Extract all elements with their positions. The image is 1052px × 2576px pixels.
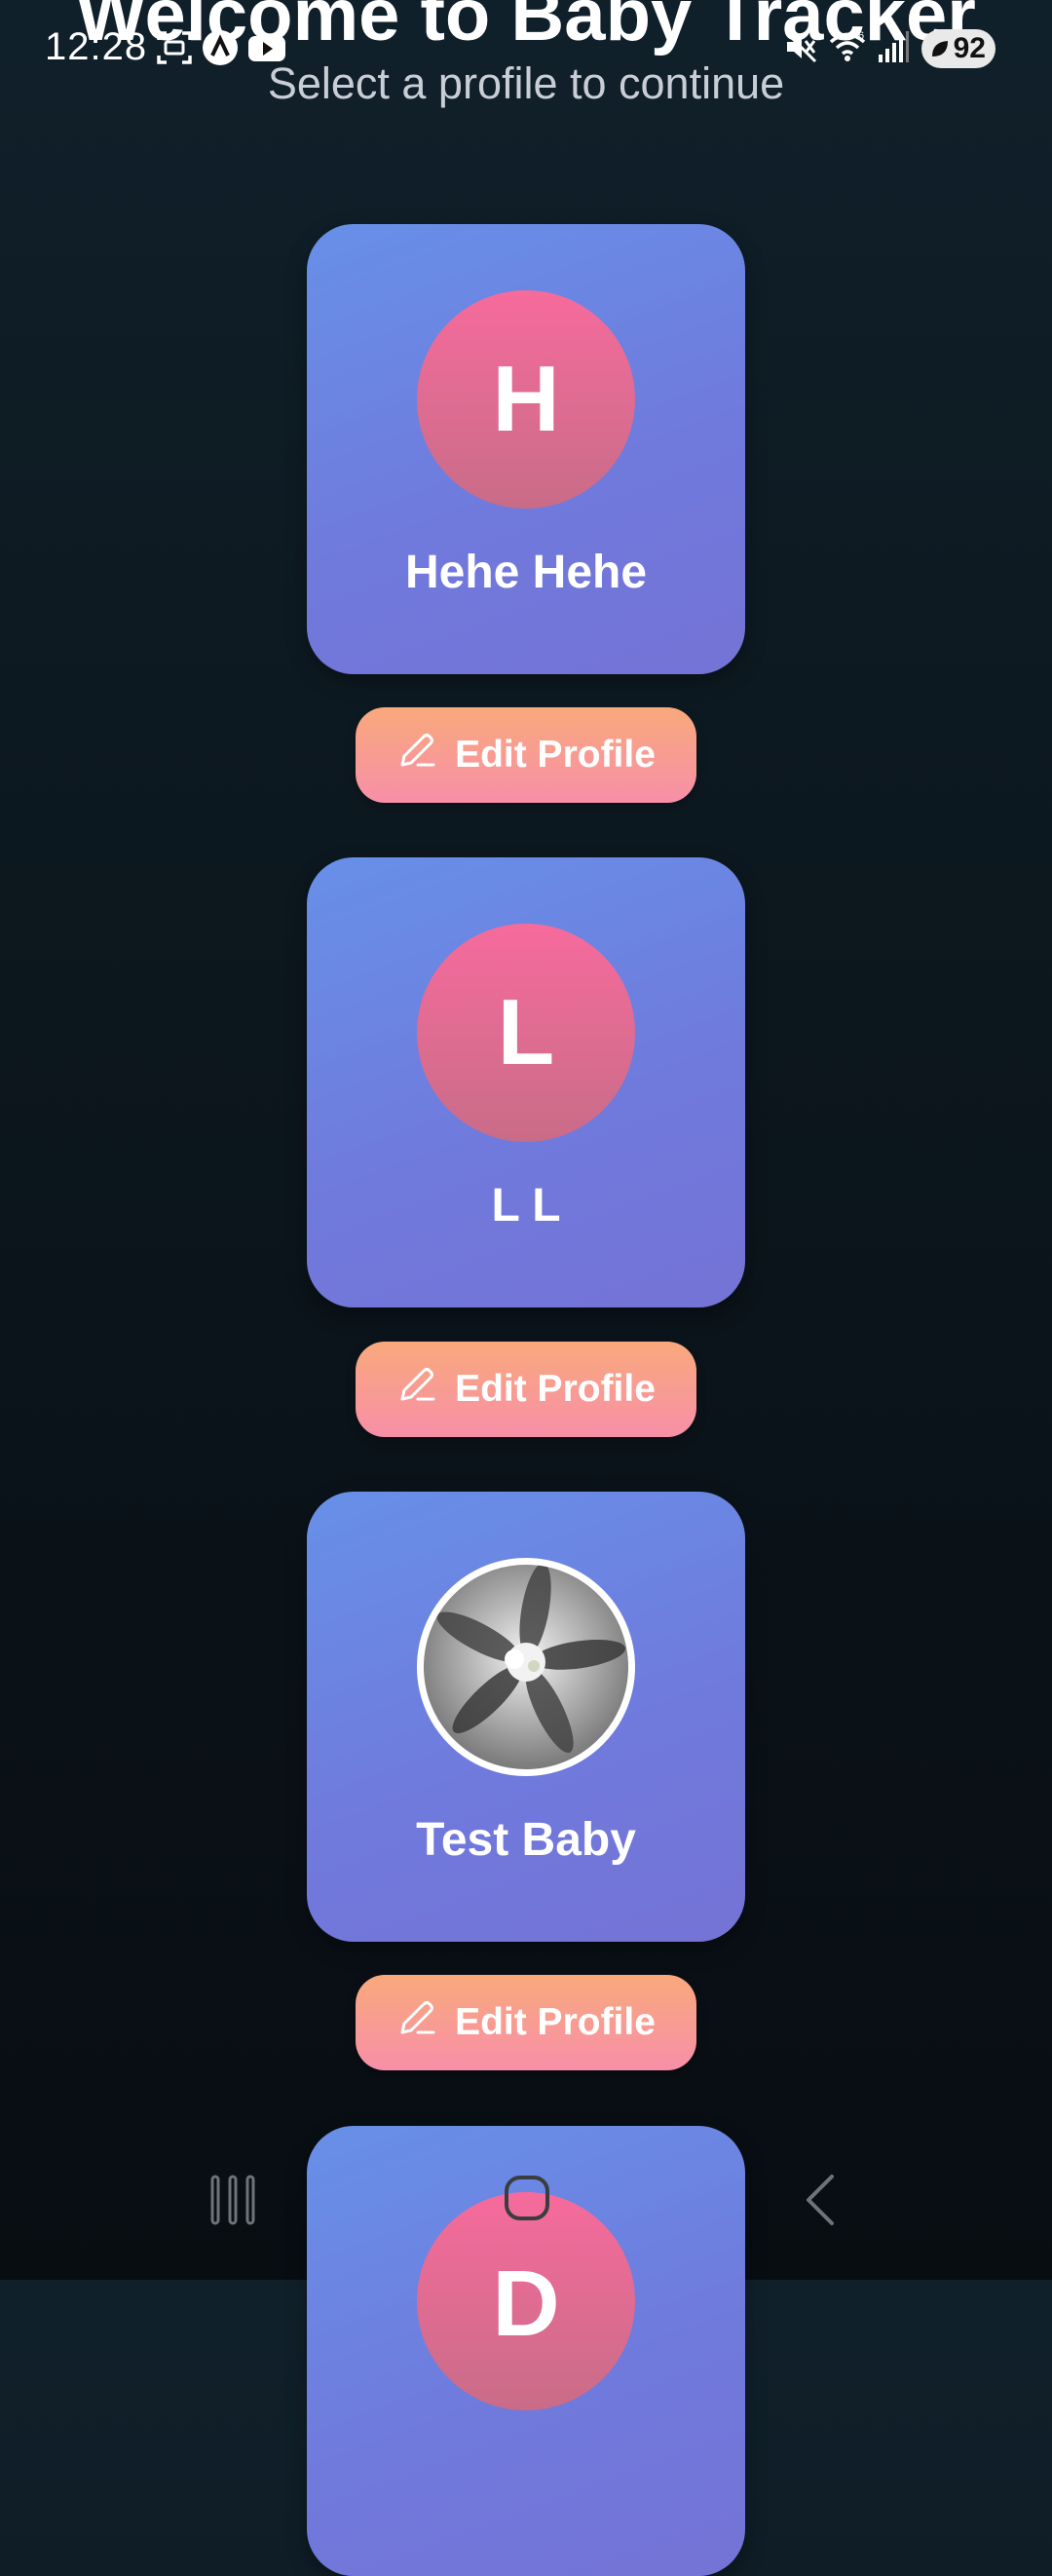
- svg-text:6: 6: [858, 30, 864, 42]
- home-icon[interactable]: [504, 2173, 550, 2228]
- pencil-icon: [396, 1364, 437, 1415]
- pencil-icon: [396, 1997, 437, 2048]
- profile-avatar: H: [417, 290, 635, 509]
- profile-name: L L: [491, 1180, 561, 1231]
- edit-profile-button[interactable]: Edit Profile: [356, 1975, 696, 2070]
- edit-profile-button[interactable]: Edit Profile: [356, 707, 696, 803]
- profile-card-l[interactable]: L L L: [307, 857, 745, 1307]
- edit-profile-label: Edit Profile: [455, 1368, 656, 1410]
- profile-card-test-baby[interactable]: Test Baby: [307, 1492, 745, 1942]
- profile-name: Test Baby: [416, 1814, 636, 1866]
- edit-profile-label: Edit Profile: [455, 2001, 656, 2043]
- profile-card-hehe[interactable]: H Hehe Hehe: [307, 224, 745, 674]
- profile-avatar: L: [417, 924, 635, 1142]
- pencil-icon: [396, 730, 437, 780]
- recent-apps-icon[interactable]: [209, 2173, 258, 2232]
- edit-profile-label: Edit Profile: [455, 734, 656, 776]
- navigation-bar: [0, 2143, 1052, 2280]
- edit-profile-button[interactable]: Edit Profile: [356, 1342, 696, 1437]
- back-icon[interactable]: [801, 2173, 840, 2232]
- profile-photo: [417, 1558, 635, 1776]
- profile-name: Hehe Hehe: [404, 547, 648, 598]
- page-subtitle: Select a profile to continue: [267, 58, 785, 108]
